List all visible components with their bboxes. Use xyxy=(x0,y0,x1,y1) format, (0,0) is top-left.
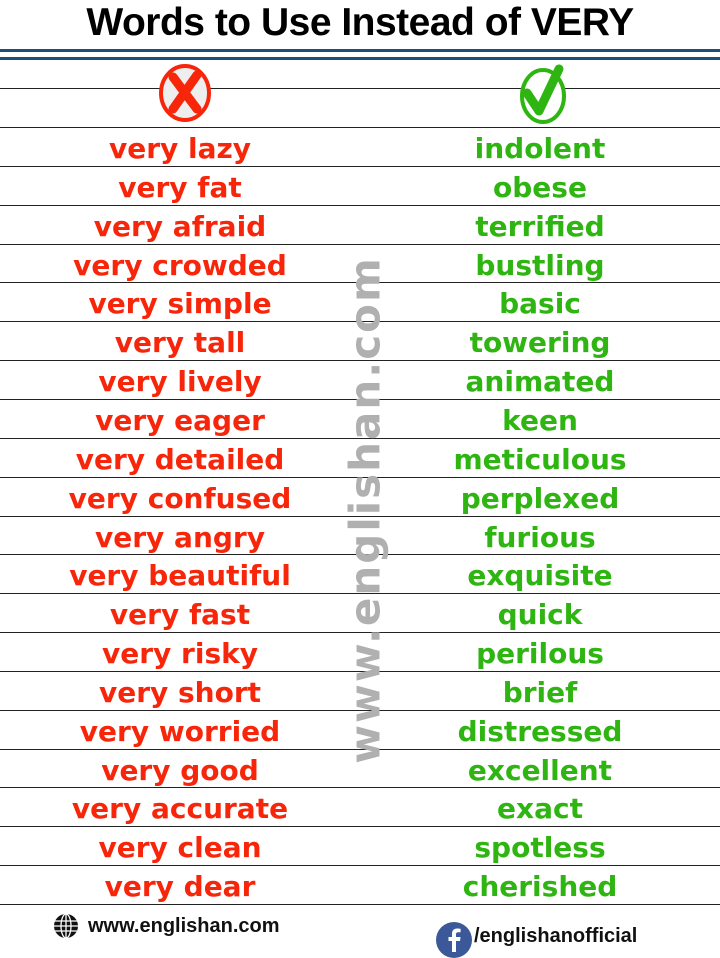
replacement-word: brief xyxy=(502,675,578,709)
replacement-word: towering xyxy=(469,326,611,360)
table-row: very fat obese xyxy=(0,167,720,206)
divider xyxy=(0,88,720,89)
row-divider xyxy=(0,904,720,905)
footer-website[interactable]: www.englishan.com xyxy=(52,912,280,940)
replacement-word: perplexed xyxy=(460,481,620,515)
replacement-word: obese xyxy=(493,170,587,204)
replacement-word: distressed xyxy=(457,714,623,748)
very-phrase: very dear xyxy=(104,870,256,904)
very-phrase: very detailed xyxy=(75,442,285,476)
very-phrase: very lazy xyxy=(108,132,252,165)
table-row: very lazy indolent xyxy=(0,128,720,167)
table-row: very accurate exact xyxy=(0,788,720,827)
replacement-word: furious xyxy=(484,520,596,554)
very-phrase: very afraid xyxy=(93,209,267,243)
table-row: very clean spotless xyxy=(0,827,720,866)
very-phrase: very lively xyxy=(98,365,262,399)
website-link[interactable]: www.englishan.com xyxy=(88,915,280,938)
divider xyxy=(0,57,720,60)
very-phrase: very eager xyxy=(95,403,265,437)
replacement-word: excellent xyxy=(467,753,613,787)
page-title: Words to Use Instead of VERY xyxy=(86,1,634,44)
very-phrase: very beautiful xyxy=(69,559,291,593)
table-row: very afraid terrified xyxy=(0,206,720,245)
very-phrase: very accurate xyxy=(71,792,289,826)
table-row: very dear cherished xyxy=(0,866,720,905)
replacement-word: meticulous xyxy=(453,442,627,476)
replacement-word: exquisite xyxy=(467,559,613,593)
very-phrase: very worried xyxy=(79,714,281,748)
footer-facebook[interactable]: /englishanofficial xyxy=(436,914,637,958)
facebook-icon xyxy=(436,922,472,958)
very-phrase: very risky xyxy=(102,637,258,671)
very-phrase: very simple xyxy=(88,287,272,321)
replacement-word: indolent xyxy=(474,132,606,165)
facebook-link[interactable]: /englishanofficial xyxy=(474,925,637,948)
very-phrase: very good xyxy=(101,753,259,787)
replacement-word: quick xyxy=(497,598,583,632)
very-phrase: very clean xyxy=(98,831,262,865)
replacement-word: animated xyxy=(465,365,615,399)
very-phrase: very fast xyxy=(109,598,251,632)
very-phrase: very short xyxy=(98,675,262,709)
very-phrase: very tall xyxy=(114,326,246,360)
very-phrase: very angry xyxy=(95,520,265,554)
very-phrase: very crowded xyxy=(73,248,287,282)
globe-icon xyxy=(54,913,78,939)
replacement-word: spotless xyxy=(474,831,606,865)
replacement-word: perilous xyxy=(476,637,604,671)
divider xyxy=(0,49,720,52)
replacement-word: cherished xyxy=(462,870,618,904)
replacement-word: exact xyxy=(497,792,583,826)
red-cross-icon xyxy=(159,64,211,122)
replacement-word: basic xyxy=(499,287,581,321)
very-phrase: very fat xyxy=(118,170,242,204)
replacement-word: terrified xyxy=(475,209,605,243)
replacement-word: bustling xyxy=(475,248,605,282)
very-phrase: very confused xyxy=(68,481,292,515)
watermark: www.englishan.com xyxy=(340,256,390,764)
replacement-word: keen xyxy=(502,403,578,437)
green-check-icon xyxy=(520,64,566,124)
